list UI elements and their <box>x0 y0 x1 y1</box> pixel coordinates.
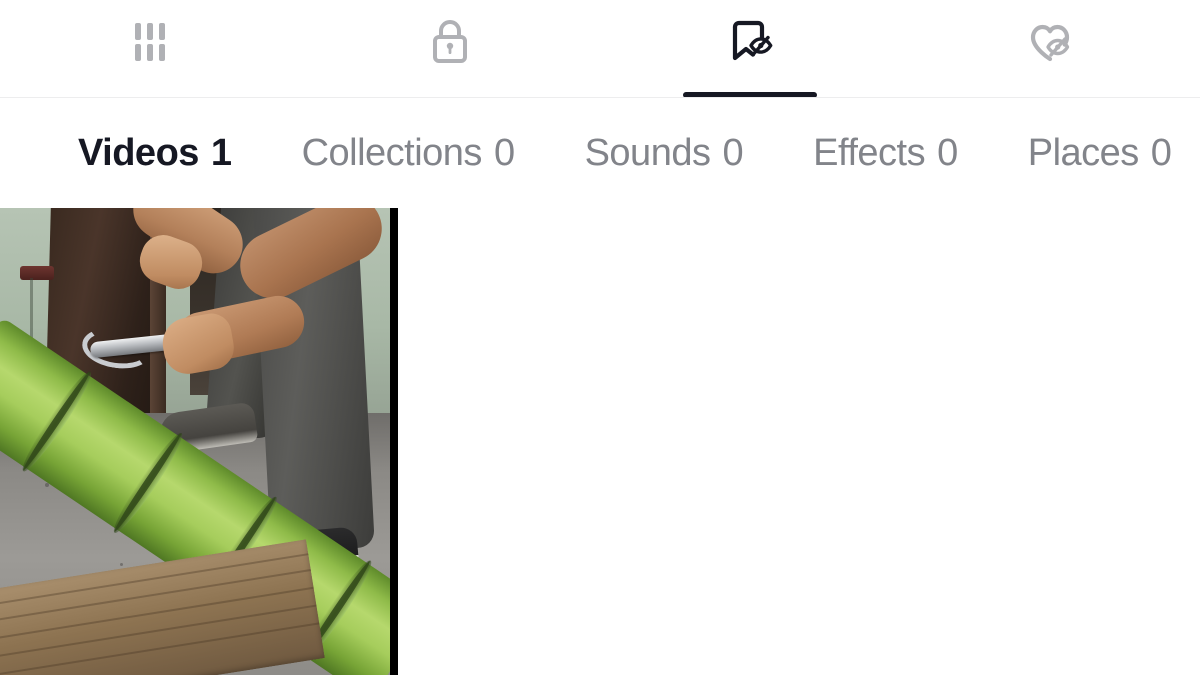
profile-saved-page: Videos 1 Collections 0 Sounds 0 Effects … <box>0 0 1200 675</box>
heart-eye-off-icon <box>1021 12 1079 70</box>
video-grid-area <box>0 208 1200 675</box>
subtab-label: Places <box>1027 131 1140 174</box>
subtab-label: Collections <box>301 131 483 174</box>
tab-private[interactable] <box>300 0 600 98</box>
icon-tabbar <box>0 0 1200 98</box>
video-thumbnail-card[interactable] <box>0 208 398 675</box>
subtab-count: 0 <box>722 131 744 174</box>
subtab-label: Effects <box>813 131 926 174</box>
lock-icon <box>421 12 479 70</box>
subtab-effects[interactable]: Effects 0 <box>813 132 958 175</box>
subtab-count: 0 <box>937 131 958 174</box>
tab-hidden-likes[interactable] <box>900 0 1200 98</box>
subtab-sounds[interactable]: Sounds 0 <box>585 132 744 175</box>
subtab-bar: Videos 1 Collections 0 Sounds 0 Effects … <box>0 98 1200 208</box>
subtab-label: Sounds <box>584 131 711 174</box>
video-still-bamboo <box>0 208 390 675</box>
scene-wall-peg <box>20 266 54 280</box>
grid-icon <box>121 12 179 70</box>
thumbnail-grid <box>0 208 398 675</box>
tab-videos-grid[interactable] <box>0 0 300 98</box>
subtab-videos[interactable]: Videos 1 <box>78 132 232 175</box>
subtab-collections[interactable]: Collections 0 <box>301 131 516 175</box>
subtab-count: 1 <box>210 131 232 174</box>
subtab-places[interactable]: Places 0 <box>1028 132 1172 175</box>
tab-hidden-favorites[interactable] <box>600 0 900 98</box>
video-letterbox-bar <box>390 208 398 675</box>
subtab-count: 0 <box>493 131 515 174</box>
tabbar-divider <box>0 97 1200 98</box>
subtab-count: 0 <box>1150 131 1172 174</box>
bookmark-eye-off-icon <box>721 12 779 70</box>
subtab-label: Videos <box>78 131 199 174</box>
